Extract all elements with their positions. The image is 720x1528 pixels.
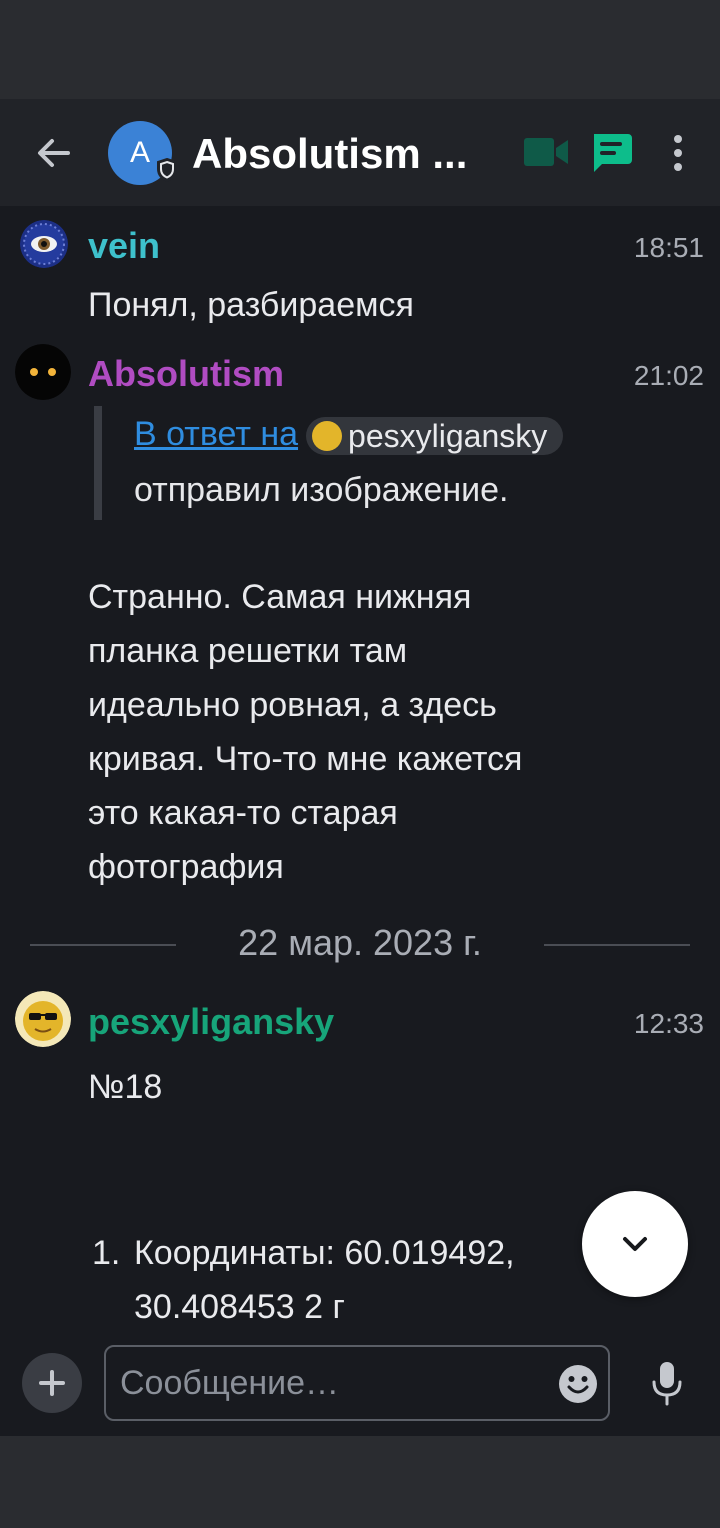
threads-icon[interactable] <box>588 130 634 176</box>
user-pill-avatar <box>312 420 343 451</box>
user-pill-name: pesxyligansky <box>348 418 548 455</box>
chevron-down-icon <box>623 1237 647 1251</box>
in-reply-to-link[interactable]: В ответ на <box>134 415 298 453</box>
message-time: 21:02 <box>633 360 704 391</box>
microphone-icon[interactable] <box>650 1360 684 1406</box>
list-item: Координаты: 60.019492, 30.408453 2 г <box>134 1226 574 1334</box>
message-line: фотография <box>88 848 284 886</box>
emoji-icon[interactable] <box>558 1364 598 1404</box>
message-line: это какая-то старая <box>88 794 398 832</box>
avatar-absolutism[interactable] <box>15 344 71 400</box>
date-separator-text: 22 мар. 2023 г. <box>238 922 482 963</box>
avatar-pesxyligansky[interactable] <box>15 991 71 1047</box>
date-separator: 22 мар. 2023 г. <box>0 918 720 968</box>
message-line: планка решетки там <box>88 632 408 670</box>
attach-button[interactable] <box>22 1353 82 1413</box>
sender-name[interactable]: pesxyligansky <box>88 1000 334 1044</box>
message-text: Странно. Самая нижняя планка решетки там… <box>88 570 522 894</box>
message-line: Странно. Самая нижняя <box>88 578 472 616</box>
shield-icon <box>157 158 177 182</box>
room-title[interactable]: Absolutism ... <box>192 128 492 180</box>
list-item-line: 30.408453 2 г <box>134 1288 345 1326</box>
message-time: 12:33 <box>633 1008 704 1039</box>
back-arrow-icon[interactable] <box>30 131 78 175</box>
message-input[interactable] <box>120 1347 550 1419</box>
message-timeline[interactable]: vein 18:51 Понял, разбираемся Absolutism… <box>0 206 720 1336</box>
status-bar <box>0 0 720 99</box>
sender-name[interactable]: Absolutism <box>88 352 284 396</box>
list-item-line: Координаты: 60.019492, <box>134 1234 515 1272</box>
message-line: кривая. Что-то мне кажется <box>88 740 523 778</box>
more-options-icon[interactable] <box>664 132 692 174</box>
video-call-icon[interactable] <box>522 134 570 170</box>
plus-icon <box>39 1370 65 1396</box>
message-text: №18 <box>88 1068 163 1106</box>
navigation-bar <box>0 1436 720 1528</box>
reply-quote[interactable]: В ответ на pesxyligansky отправил изображ… <box>94 406 634 520</box>
jump-to-bottom-button[interactable] <box>582 1191 688 1297</box>
message-time: 18:51 <box>633 232 704 263</box>
sender-name[interactable]: vein <box>88 224 160 268</box>
message-text: Понял, разбираемся <box>88 286 414 324</box>
user-pill[interactable]: pesxyligansky <box>306 417 564 456</box>
divider <box>544 944 690 946</box>
reply-text: отправил изображение. <box>134 471 509 509</box>
message-composer[interactable] <box>104 1345 610 1421</box>
message-line: идеально ровная, а здесь <box>88 686 497 724</box>
list-number: 1. <box>92 1234 121 1272</box>
avatar-vein[interactable] <box>20 220 68 268</box>
